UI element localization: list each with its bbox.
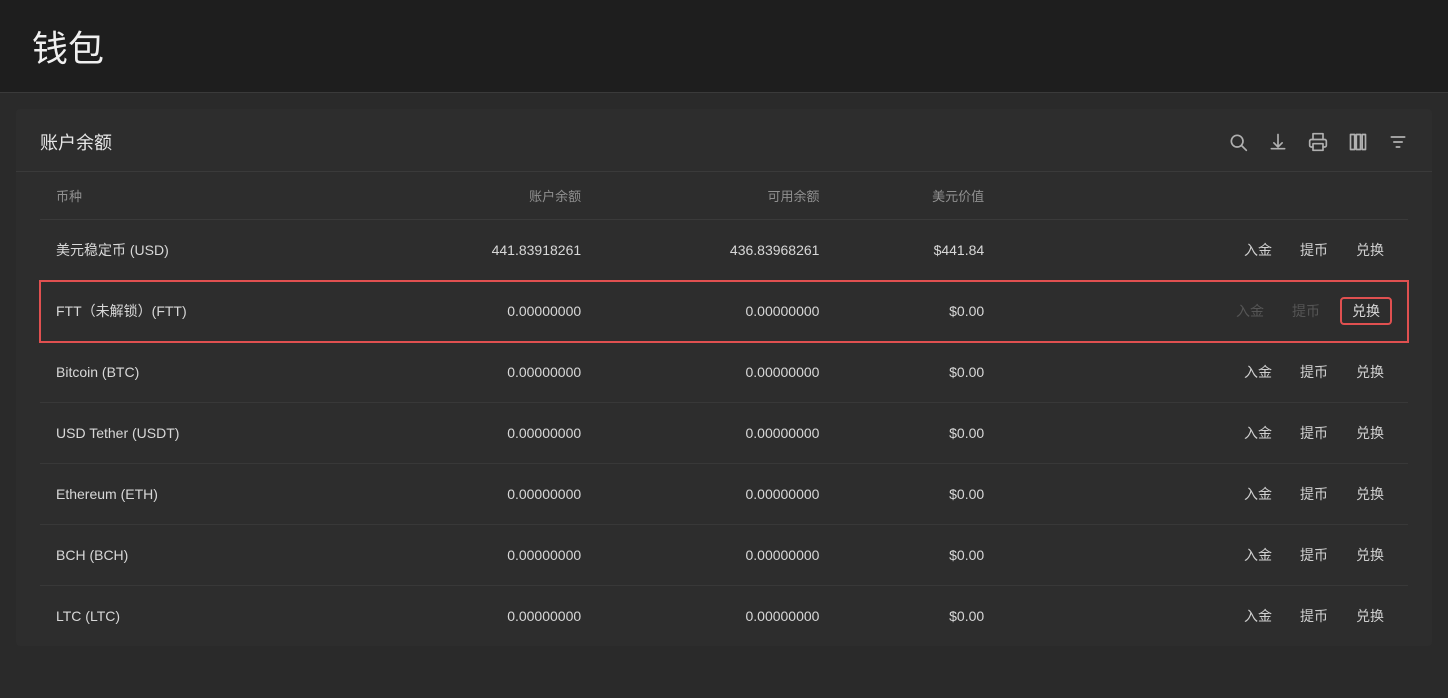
usd-value-cell: $0.00 — [835, 464, 1000, 525]
actions-cell: 入金提币兑换 — [1000, 403, 1408, 464]
exchange-button[interactable]: 兑换 — [1348, 358, 1392, 386]
withdraw-button[interactable]: 提币 — [1292, 358, 1336, 386]
actions-cell: 入金提币兑换 — [1000, 281, 1408, 342]
usd-value-cell: $441.84 — [835, 220, 1000, 281]
usd-value-cell: $0.00 — [835, 525, 1000, 586]
balance-cell: 0.00000000 — [359, 464, 597, 525]
balance-cell: 0.00000000 — [359, 342, 597, 403]
available-cell: 0.00000000 — [597, 403, 835, 464]
exchange-button[interactable]: 兑换 — [1348, 236, 1392, 264]
currency-cell: FTT（未解锁）(FTT) — [40, 281, 359, 342]
deposit-button: 入金 — [1228, 297, 1272, 325]
available-cell: 436.83968261 — [597, 220, 835, 281]
print-icon[interactable] — [1308, 132, 1328, 152]
available-cell: 0.00000000 — [597, 464, 835, 525]
deposit-button[interactable]: 入金 — [1236, 602, 1280, 630]
balance-cell: 441.83918261 — [359, 220, 597, 281]
table-row: USD Tether (USDT)0.000000000.00000000$0.… — [40, 403, 1408, 464]
currency-cell: LTC (LTC) — [40, 586, 359, 647]
toolbar-icons — [1228, 132, 1408, 152]
balance-table: 币种 账户余额 可用余额 美元价值 美元稳定币 (USD)441.8391826… — [40, 172, 1408, 646]
currency-cell: USD Tether (USDT) — [40, 403, 359, 464]
exchange-button[interactable]: 兑换 — [1348, 419, 1392, 447]
available-cell: 0.00000000 — [597, 281, 835, 342]
table-container: 币种 账户余额 可用余额 美元价值 美元稳定币 (USD)441.8391826… — [16, 172, 1432, 646]
available-cell: 0.00000000 — [597, 525, 835, 586]
col-balance: 账户余额 — [359, 172, 597, 220]
deposit-button[interactable]: 入金 — [1236, 236, 1280, 264]
col-available: 可用余额 — [597, 172, 835, 220]
deposit-button[interactable]: 入金 — [1236, 541, 1280, 569]
available-cell: 0.00000000 — [597, 586, 835, 647]
currency-cell: BCH (BCH) — [40, 525, 359, 586]
actions-cell: 入金提币兑换 — [1000, 525, 1408, 586]
balance-cell: 0.00000000 — [359, 281, 597, 342]
deposit-button[interactable]: 入金 — [1236, 419, 1280, 447]
exchange-button[interactable]: 兑换 — [1340, 297, 1392, 325]
search-icon[interactable] — [1228, 132, 1248, 152]
withdraw-button[interactable]: 提币 — [1292, 236, 1336, 264]
page-title: 钱包 — [32, 20, 1416, 72]
withdraw-button[interactable]: 提币 — [1292, 419, 1336, 447]
currency-cell: Ethereum (ETH) — [40, 464, 359, 525]
section-header: 账户余额 — [16, 109, 1432, 172]
exchange-button[interactable]: 兑换 — [1348, 480, 1392, 508]
page-header: 钱包 — [0, 0, 1448, 93]
balance-cell: 0.00000000 — [359, 403, 597, 464]
download-icon[interactable] — [1268, 132, 1288, 152]
actions-cell: 入金提币兑换 — [1000, 220, 1408, 281]
table-body: 美元稳定币 (USD)441.83918261436.83968261$441.… — [40, 220, 1408, 647]
columns-icon[interactable] — [1348, 132, 1368, 152]
balance-cell: 0.00000000 — [359, 586, 597, 647]
withdraw-button[interactable]: 提币 — [1292, 541, 1336, 569]
withdraw-button: 提币 — [1284, 297, 1328, 325]
table-row: Ethereum (ETH)0.000000000.00000000$0.00入… — [40, 464, 1408, 525]
deposit-button[interactable]: 入金 — [1236, 480, 1280, 508]
table-row: BCH (BCH)0.000000000.00000000$0.00入金提币兑换 — [40, 525, 1408, 586]
col-actions — [1000, 172, 1408, 220]
deposit-button[interactable]: 入金 — [1236, 358, 1280, 386]
col-usd-value: 美元价值 — [835, 172, 1000, 220]
main-content: 账户余额 — [16, 109, 1432, 646]
filter-icon[interactable] — [1388, 132, 1408, 152]
table-row: LTC (LTC)0.000000000.00000000$0.00入金提币兑换 — [40, 586, 1408, 647]
actions-cell: 入金提币兑换 — [1000, 464, 1408, 525]
withdraw-button[interactable]: 提币 — [1292, 602, 1336, 630]
withdraw-button[interactable]: 提币 — [1292, 480, 1336, 508]
actions-cell: 入金提币兑换 — [1000, 342, 1408, 403]
table-row: 美元稳定币 (USD)441.83918261436.83968261$441.… — [40, 220, 1408, 281]
exchange-button[interactable]: 兑换 — [1348, 602, 1392, 630]
exchange-button[interactable]: 兑换 — [1348, 541, 1392, 569]
usd-value-cell: $0.00 — [835, 281, 1000, 342]
table-row: Bitcoin (BTC)0.000000000.00000000$0.00入金… — [40, 342, 1408, 403]
col-currency: 币种 — [40, 172, 359, 220]
actions-cell: 入金提币兑换 — [1000, 586, 1408, 647]
currency-cell: 美元稳定币 (USD) — [40, 220, 359, 281]
usd-value-cell: $0.00 — [835, 342, 1000, 403]
currency-cell: Bitcoin (BTC) — [40, 342, 359, 403]
table-row: FTT（未解锁）(FTT)0.000000000.00000000$0.00入金… — [40, 281, 1408, 342]
balance-cell: 0.00000000 — [359, 525, 597, 586]
usd-value-cell: $0.00 — [835, 403, 1000, 464]
available-cell: 0.00000000 — [597, 342, 835, 403]
section-title: 账户余额 — [40, 129, 112, 155]
usd-value-cell: $0.00 — [835, 586, 1000, 647]
table-header-row: 币种 账户余额 可用余额 美元价值 — [40, 172, 1408, 220]
